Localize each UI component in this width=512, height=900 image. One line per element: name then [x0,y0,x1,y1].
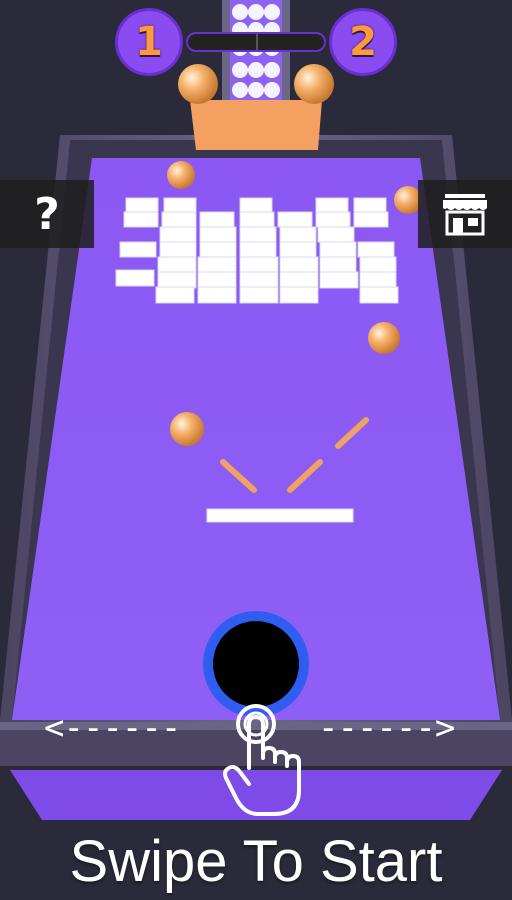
swipe-right-arrow: ------> [318,708,455,748]
paddle [206,508,354,523]
store-icon [443,194,487,236]
ball [170,412,204,446]
shop-button[interactable] [418,180,512,248]
ball [167,161,195,189]
swipe-left-arrow: <------ [44,708,181,748]
swipe-to-start-text: Swipe To Start [69,829,443,894]
launcher-knob-right [294,64,334,104]
level-progress-bar [186,32,326,52]
launcher-knob-left [178,64,218,104]
progress-divider [256,34,258,50]
current-level-badge: 1 [115,8,183,76]
goal-hole [213,621,299,707]
help-button[interactable]: ? [0,180,94,248]
launcher-box [190,100,322,150]
ball [368,322,400,354]
next-level-badge: 2 [329,8,397,76]
help-label: ? [34,188,60,240]
hand-pointer-icon [223,704,301,816]
